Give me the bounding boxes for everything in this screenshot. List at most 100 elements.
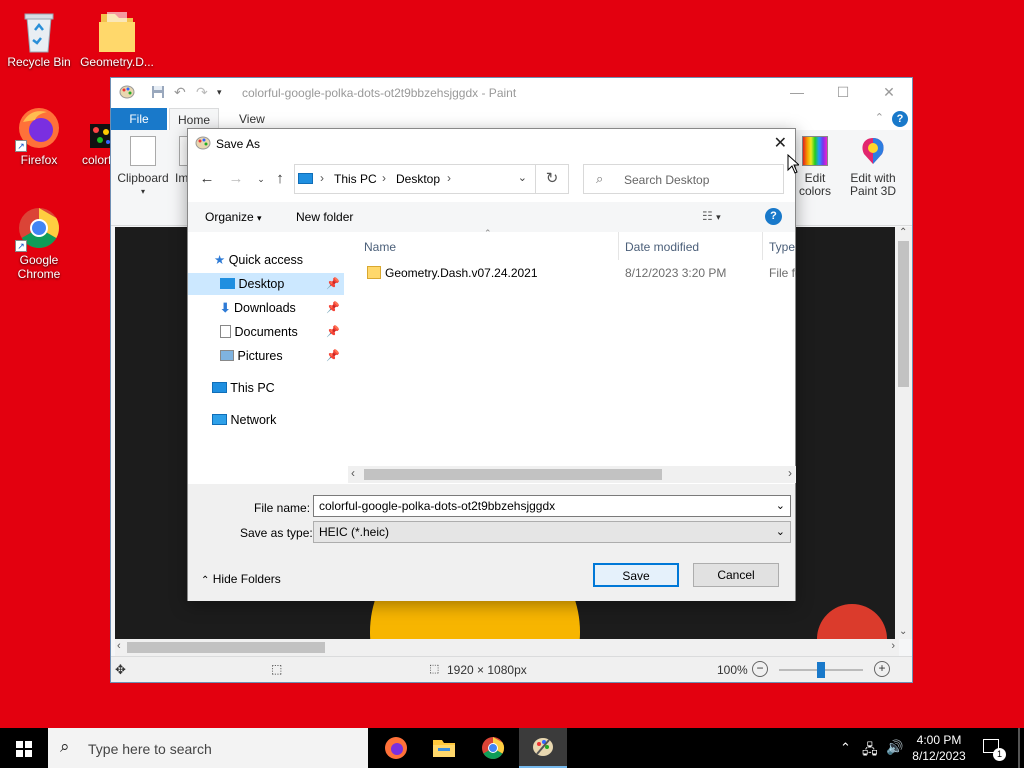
chevron-down-icon[interactable]: ⌄ [776,522,785,542]
nav-desktop[interactable]: Desktop 📌 [188,273,344,295]
zoom-slider-thumb[interactable] [817,662,825,678]
nav-label: Desktop [238,277,285,291]
start-button[interactable] [0,728,48,768]
redo-icon[interactable]: ↷ [196,85,210,99]
home-tab[interactable]: Home [169,108,220,130]
file-list[interactable]: ⌃ Name Date modified Type Geometry.Dash.… [348,228,796,484]
taskbar-search-box[interactable]: ⌕ Type here to search [48,728,368,768]
save-button[interactable]: Save [593,563,679,587]
taskbar-paint[interactable] [519,728,567,768]
file-menu-tab[interactable]: File [111,108,167,130]
file-name-input[interactable]: colorful-google-polka-dots-ot2t9bbzehsjg… [313,495,791,517]
cancel-button[interactable]: Cancel [693,563,779,587]
nav-documents[interactable]: Documents 📌 [220,321,344,343]
chevron-down-icon[interactable]: ⌄ [776,496,785,516]
save-type-value: HEIC (*.heic) [319,525,390,539]
undo-icon[interactable]: ↶ [174,85,188,99]
up-button[interactable]: ↑ [269,167,291,191]
taskbar-file-explorer[interactable] [422,728,466,768]
help-icon[interactable]: ? [765,208,782,225]
edit-with-paint3d-button[interactable]: Edit with Paint 3D [843,136,903,198]
desktop-icon-firefox[interactable]: ↗ Firefox [2,106,76,167]
file-name-label: File name: [254,501,311,515]
file-list-horizontal-scrollbar[interactable]: ‹ › [348,466,796,483]
close-button[interactable]: ✕ [866,78,912,108]
canvas-vertical-scrollbar[interactable]: ⌃ ⌄ [895,227,912,639]
save-icon[interactable] [151,85,165,99]
image-label: Im [175,171,187,185]
desktop-icon-chrome[interactable]: ↗ Google Chrome [2,206,76,281]
nav-quick-access[interactable]: ★ Quick access [214,249,303,271]
column-header-type[interactable]: Type [769,240,795,254]
zoom-slider[interactable] [779,662,863,678]
zoom-in-button[interactable]: + [874,661,890,677]
scroll-thumb[interactable] [898,241,909,387]
windows-logo-icon [16,740,32,757]
save-type-select[interactable]: HEIC (*.heic) ⌄ [313,521,791,543]
show-hidden-icons[interactable]: ⌃ [840,740,851,756]
paint-titlebar[interactable]: ↶ ↷ ▾ colorful-google-polka-dots-ot2t9bb… [111,78,912,108]
sort-ascending-icon: ⌃ [484,228,492,238]
forward-button[interactable]: → [225,167,247,191]
scroll-right-icon[interactable]: › [788,466,792,480]
image-icon [179,136,187,166]
view-options-icon[interactable]: ☷ ▾ [702,209,721,223]
desktop-icon-geometry-dash[interactable]: Geometry.D... [80,8,154,69]
scroll-right-icon[interactable]: › [891,640,895,652]
address-bar[interactable]: › This PC › Desktop › ⌄ [294,164,536,194]
canvas-horizontal-scrollbar[interactable]: ‹ › [115,639,899,656]
minimize-button[interactable]: — [774,78,820,108]
maximize-button[interactable]: ☐ [820,78,866,108]
network-icon[interactable]: 🖧 [862,739,878,763]
back-button[interactable]: ← [196,167,218,191]
organize-button[interactable]: Organize ▾ [205,210,262,224]
scroll-up-icon[interactable]: ⌃ [899,227,907,238]
nav-this-pc[interactable]: This PC [212,377,275,399]
download-arrow-icon: ⬇ [220,301,231,315]
save-as-dialog[interactable]: Save As ✕ ← → ⌄ ↑ › This PC › Desktop › … [187,128,796,601]
show-desktop-button[interactable] [1018,728,1020,768]
refresh-button[interactable]: ↻ [535,164,569,194]
search-box[interactable]: ⌕ Search Desktop [583,164,784,194]
scroll-left-icon[interactable]: ‹ [351,466,355,480]
scroll-thumb[interactable] [127,642,325,653]
breadcrumb-this-pc[interactable]: This PC [334,172,377,186]
scroll-down-icon[interactable]: ⌄ [899,626,907,637]
new-folder-button[interactable]: New folder [296,210,353,224]
customize-qat-icon[interactable]: ▾ [217,85,231,99]
column-header-name[interactable]: Name [364,240,396,254]
view-tab[interactable]: View [231,108,273,130]
taskbar-firefox[interactable] [374,728,418,768]
edit-colors-button[interactable]: Edit colors [797,136,833,198]
file-row[interactable]: Geometry.Dash.v07.24.2021 8/12/2023 3:20… [348,263,796,285]
help-icon[interactable]: ? [892,111,908,127]
desktop-icon-colorful-image[interactable]: colorf [70,124,110,167]
dialog-close-button[interactable]: ✕ [774,133,787,153]
volume-icon[interactable]: 🔊 [886,739,903,756]
desktop-icon-recycle-bin[interactable]: Recycle Bin [2,8,76,69]
firefox-icon: ↗ [15,106,61,152]
image-group-partial[interactable]: Im [175,136,187,185]
hide-folders-button[interactable]: ⌃ Hide Folders [201,572,281,586]
nav-downloads[interactable]: ⬇ Downloads 📌 [220,297,344,319]
zoom-out-button[interactable]: − [752,661,768,677]
edit-with-paint3d-label: Edit with Paint 3D [849,171,897,198]
shortcut-arrow-icon: ↗ [15,140,27,152]
desktop-icon-label: Recycle Bin [7,55,71,69]
nav-pictures[interactable]: Pictures 📌 [220,345,344,367]
folder-icon [95,8,139,52]
breadcrumb-desktop[interactable]: Desktop [396,172,440,186]
scroll-left-icon[interactable]: ‹ [117,640,121,652]
scroll-thumb[interactable] [364,469,662,480]
chevron-down-icon: ▾ [257,213,262,223]
clipboard-group[interactable]: Clipboard ▾ [117,136,169,198]
column-header-date[interactable]: Date modified [625,240,699,254]
taskbar-clock[interactable]: 4:00 PM 8/12/2023 [909,732,969,764]
chevron-down-icon[interactable]: ⌄ [518,171,527,184]
column-divider[interactable] [618,232,619,260]
taskbar-chrome[interactable] [471,728,515,768]
collapse-ribbon-icon[interactable]: ⌃ [875,111,884,124]
nav-network[interactable]: Network [212,409,276,431]
chrome-icon: ↗ [15,206,61,252]
column-divider[interactable] [762,232,763,260]
